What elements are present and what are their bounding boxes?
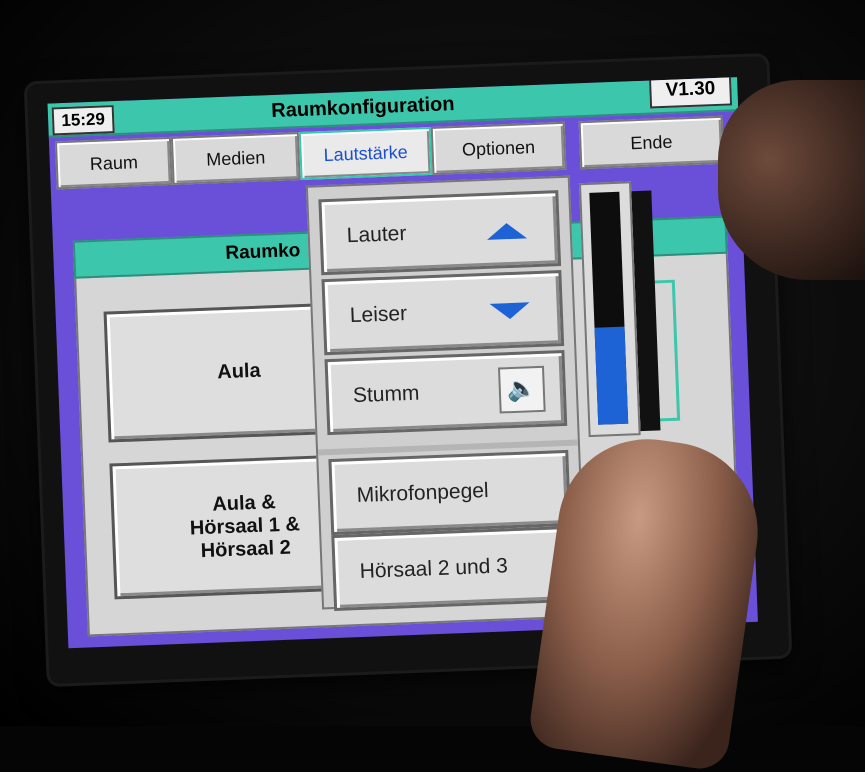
volume-meter[interactable] bbox=[578, 181, 641, 438]
volume-dropdown-menu: Lauter Leiser Stumm 🔈 Mikrofonpegel Hörs… bbox=[305, 175, 586, 612]
louder-label: Lauter bbox=[346, 221, 407, 248]
arrow-down-icon bbox=[489, 302, 531, 320]
clock-display: 15:29 bbox=[51, 105, 115, 136]
version-badge: V1.30 bbox=[648, 77, 733, 109]
microphone-level-button[interactable]: Mikrofonpegel bbox=[328, 449, 572, 536]
tab-raum[interactable]: Raum bbox=[54, 136, 173, 190]
mute-label: Stumm bbox=[352, 381, 420, 408]
page-title: Raumkonfiguration bbox=[270, 93, 455, 123]
volume-meter-fill bbox=[594, 326, 629, 425]
tab-ende[interactable]: Ende bbox=[578, 115, 725, 170]
tab-optionen[interactable]: Optionen bbox=[430, 121, 567, 175]
photographer-finger-top bbox=[718, 80, 865, 280]
arrow-up-icon bbox=[486, 222, 528, 240]
louder-button[interactable]: Lauter bbox=[318, 190, 562, 276]
hall-2-3-button[interactable]: Hörsaal 2 und 3 bbox=[331, 525, 575, 612]
photo-frame: 15:29 Raumkonfiguration V1.30 Raum Medie… bbox=[0, 0, 865, 772]
volume-meter-track bbox=[589, 191, 629, 425]
quieter-button[interactable]: Leiser bbox=[321, 270, 565, 356]
speaker-icon: 🔈 bbox=[497, 365, 546, 414]
microphone-level-label: Mikrofonpegel bbox=[356, 479, 490, 508]
tab-lautstaerke[interactable]: Lautstärke bbox=[298, 126, 433, 180]
tab-medien[interactable]: Medien bbox=[170, 132, 301, 185]
quieter-label: Leiser bbox=[349, 302, 408, 328]
mute-button[interactable]: Stumm 🔈 bbox=[324, 349, 568, 436]
hall-2-3-label: Hörsaal 2 und 3 bbox=[359, 554, 509, 583]
